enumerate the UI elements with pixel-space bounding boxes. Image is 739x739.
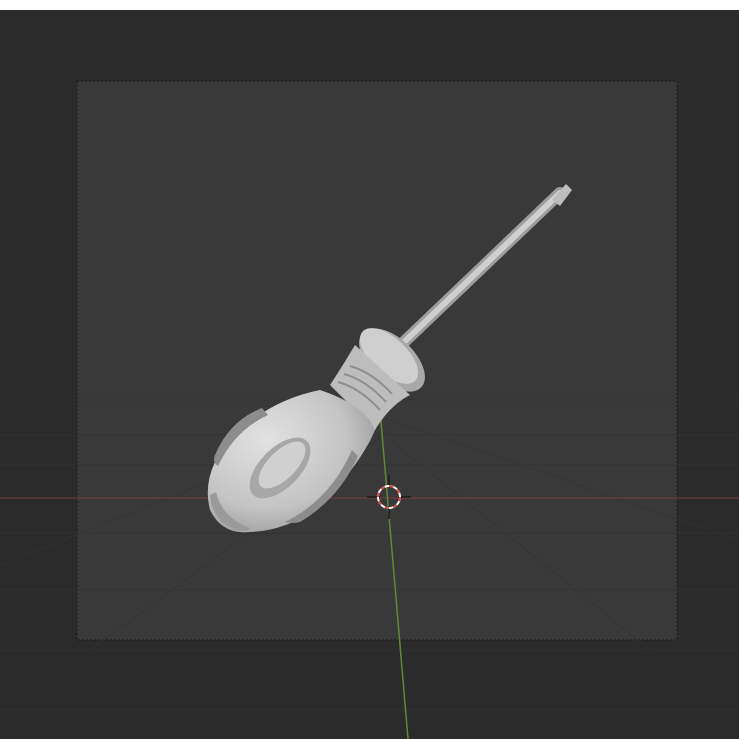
- viewport-canvas[interactable]: [0, 10, 739, 739]
- 3d-viewport[interactable]: [0, 10, 739, 739]
